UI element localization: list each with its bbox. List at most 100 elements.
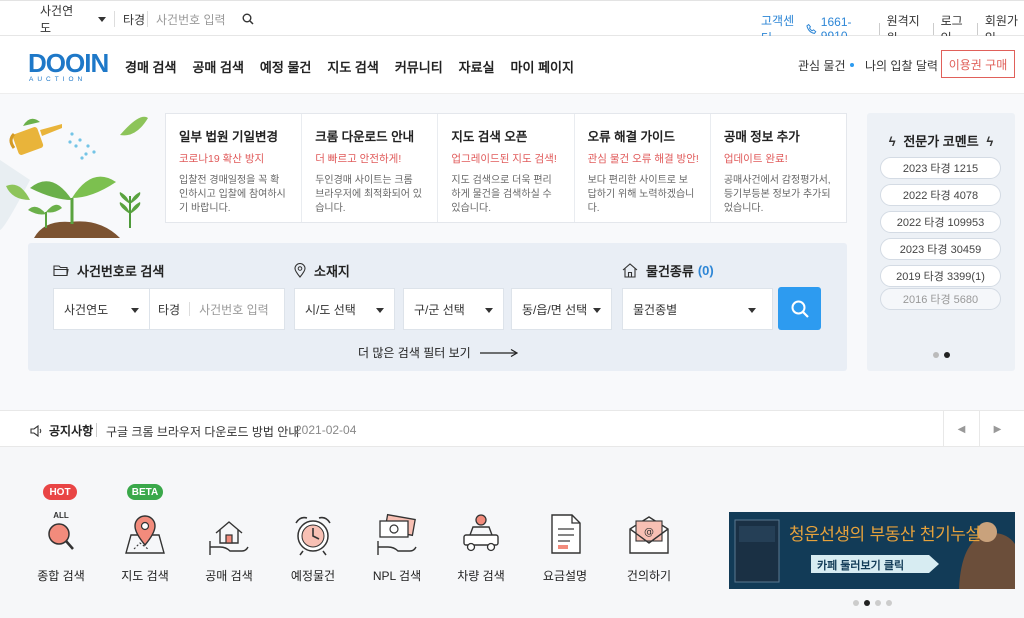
money-hand-icon <box>377 513 417 555</box>
notice-card[interactable]: 일부 법원 기일변경 코로나19 확산 방지 입찰전 경매일정을 꼭 확 인하시고… <box>166 114 303 222</box>
phone-icon <box>806 23 817 34</box>
logo-sub: AUCTION <box>29 76 87 83</box>
expert-comment-item[interactable]: 2019 타경 3399(1) <box>880 265 1001 287</box>
property-type-select[interactable]: 물건종별 <box>622 288 773 330</box>
notice-subtitle: 코로나19 확산 방지 <box>179 153 265 165</box>
search-icon <box>791 300 809 318</box>
hot-badge: HOT <box>43 484 77 500</box>
gugun-select[interactable]: 구/군 선택 <box>403 288 504 330</box>
expert-comment-panel: ϟ 전문가 코멘트 ϟ 2023 타경 1215 2022 타경 4078 20… <box>867 113 1015 371</box>
notice-title: 크롬 다운로드 안내 <box>315 130 415 144</box>
all-search-icon <box>48 523 74 550</box>
house-hand-icon <box>209 521 249 555</box>
banner-title: 청운선생의 부동산 천기누설 <box>789 525 981 545</box>
banner-carousel-dots <box>853 600 892 606</box>
quick-menu-public-auction[interactable]: 공매 검색 <box>189 447 269 618</box>
chevron-down-icon <box>376 308 384 313</box>
property-type-count: (0) <box>697 263 714 278</box>
chevron-down-icon <box>593 308 601 313</box>
divider <box>114 11 115 27</box>
nav-my-page[interactable]: 마이 페이지 <box>511 57 574 76</box>
quick-menu-map-search[interactable]: BETA 지도 검색 <box>105 447 185 618</box>
quick-menu-scheduled[interactable]: 예정물건 <box>273 447 353 618</box>
quick-menu-vehicle[interactable]: 차량 검색 <box>441 447 521 618</box>
quick-menu-label: 예정물건 <box>290 569 336 583</box>
banner-cta[interactable]: 카페 둘러보기 클릭 <box>817 557 904 573</box>
dot-separator <box>850 63 854 67</box>
sprout-illustration <box>0 116 148 245</box>
quick-menu-label: 종합 검색 <box>37 569 85 583</box>
buy-pass-button[interactable]: 이용권 구매 <box>941 50 1015 78</box>
notice-title: 일부 법원 기일변경 <box>179 130 278 144</box>
notice-card[interactable]: 오류 해결 가이드 관심 물건 오류 해결 방안! 보다 편리한 사이트로 보답… <box>575 114 711 222</box>
notice-desc: 공매사건에서 감정평가서, 등기부등본 정보가 추가되 었습니다. <box>723 175 831 214</box>
search-button[interactable] <box>778 287 821 330</box>
case-year-select[interactable]: 사건연도 <box>40 4 106 35</box>
prev-notice-button[interactable]: ◀ <box>943 411 979 447</box>
notice-ticker-date: 2021-02-04 <box>295 423 357 437</box>
nav-public-auction-search[interactable]: 공매 검색 <box>192 57 243 76</box>
notice-title: 오류 해결 가이드 <box>587 130 676 144</box>
carousel-dot-active[interactable] <box>864 600 870 606</box>
quick-menu-all-search[interactable]: HOT ALL 종합 검색 <box>21 447 101 618</box>
expert-comment-item[interactable]: 2023 타경 30459 <box>880 238 1001 260</box>
case-number-input[interactable]: 사건번호 입력 <box>199 301 269 318</box>
sido-select[interactable]: 시/도 선택 <box>294 288 395 330</box>
interest-items-link[interactable]: 관심 물건 <box>798 57 846 74</box>
carousel-dot[interactable] <box>875 600 881 606</box>
search-icon[interactable] <box>242 13 254 25</box>
chevron-down-icon <box>485 308 493 313</box>
notice-card[interactable]: 지도 검색 오픈 업그레이드된 지도 검색! 지도 검색으로 더욱 편리 하게 물… <box>438 114 575 222</box>
site-logo[interactable]: DOOIN AUCTION <box>28 44 109 88</box>
main-header: DOOIN AUCTION 경매 검색 공매 검색 예정 물건 지도 검색 커뮤… <box>0 36 1024 94</box>
carousel-dot[interactable] <box>886 600 892 606</box>
quick-menu-label: NPL 검색 <box>372 569 422 583</box>
quick-menu-suggestion[interactable]: @ 건의하기 <box>609 447 689 618</box>
divider <box>976 23 978 35</box>
carousel-dot[interactable] <box>933 352 939 358</box>
nav-library[interactable]: 자료실 <box>459 57 495 76</box>
car-icon <box>463 514 499 552</box>
quick-menu-npl[interactable]: NPL 검색 <box>357 447 437 618</box>
nav-scheduled-items[interactable]: 예정 물건 <box>260 57 311 76</box>
carousel-dot[interactable] <box>853 600 859 606</box>
chevron-right-icon: ▶ <box>993 423 1002 435</box>
notice-card[interactable]: 공매 정보 추가 업데이트 완료! 공매사건에서 감정평가서, 등기부등본 정보가… <box>711 114 846 222</box>
more-filters-link[interactable]: 더 많은 검색 필터 보기 <box>358 344 518 361</box>
svg-text:@: @ <box>644 527 654 538</box>
dong-select[interactable]: 동/읍/면 선택 <box>511 288 612 330</box>
case-number-input[interactable]: 사건번호 입력 <box>156 5 226 33</box>
top-bar: 사건연도 타경 사건번호 입력 고객센터 1661-9910 원격지원 로그인 … <box>0 0 1024 45</box>
notice-desc: 보다 편리한 사이트로 보 답하기 위해 노력하겠습니 다. <box>587 175 695 214</box>
notice-card[interactable]: 크롬 다운로드 안내 더 빠르고 안전하게! 두인경매 사이트는 크롬 브라우저에… <box>302 114 439 222</box>
expert-comment-item[interactable]: 2023 타경 1215 <box>880 157 1001 179</box>
bid-calendar-link[interactable]: 나의 입찰 달력 <box>865 57 938 74</box>
notice-cards: 일부 법원 기일변경 코로나19 확산 방지 입찰전 경매일정을 꼭 확 인하시고… <box>165 113 847 223</box>
notice-ticker-text[interactable]: 구글 크롬 브라우저 다운로드 방법 안내 <box>106 423 299 440</box>
notice-title: 공매 정보 추가 <box>723 130 800 144</box>
chevron-down-icon <box>98 16 106 22</box>
nav-community[interactable]: 커뮤니티 <box>395 57 443 76</box>
map-pin-icon <box>125 515 165 554</box>
next-notice-button[interactable]: ▶ <box>979 411 1015 447</box>
beta-badge: BETA <box>127 484 163 500</box>
all-label: ALL <box>53 511 69 520</box>
divider <box>189 302 191 316</box>
cafe-banner[interactable]: 청운선생의 부동산 천기누설 카페 둘러보기 클릭 <box>729 512 1015 589</box>
quick-menu-label: 차량 검색 <box>457 569 505 583</box>
logo-text: DOOIN <box>28 48 109 78</box>
case-number-field[interactable]: 타경 사건번호 입력 <box>149 288 285 330</box>
expert-comment-item[interactable]: 2022 타경 109953 <box>880 211 1001 233</box>
case-year-select[interactable]: 사건연도 <box>53 288 150 330</box>
nav-auction-search[interactable]: 경매 검색 <box>125 57 176 76</box>
notice-desc: 입찰전 경매일정을 꼭 확 인하시고 입찰에 참여하시 기 바랍니다. <box>179 175 286 214</box>
expert-comment-item[interactable]: 2016 타경 5680 <box>880 288 1001 310</box>
notice-desc: 지도 검색으로 더욱 편리 하게 물건을 검색하실 수 있습니다. <box>451 175 552 214</box>
expert-comment-item[interactable]: 2022 타경 4078 <box>880 184 1001 206</box>
carousel-dot-active[interactable] <box>944 352 950 358</box>
quick-menu-label: 지도 검색 <box>121 569 169 583</box>
nav-map-search[interactable]: 지도 검색 <box>327 57 378 76</box>
quick-menu-pricing[interactable]: 요금설명 <box>525 447 605 618</box>
notice-title: 지도 검색 오픈 <box>451 130 528 144</box>
notice-subtitle: 관심 물건 오류 해결 방안! <box>587 153 699 165</box>
